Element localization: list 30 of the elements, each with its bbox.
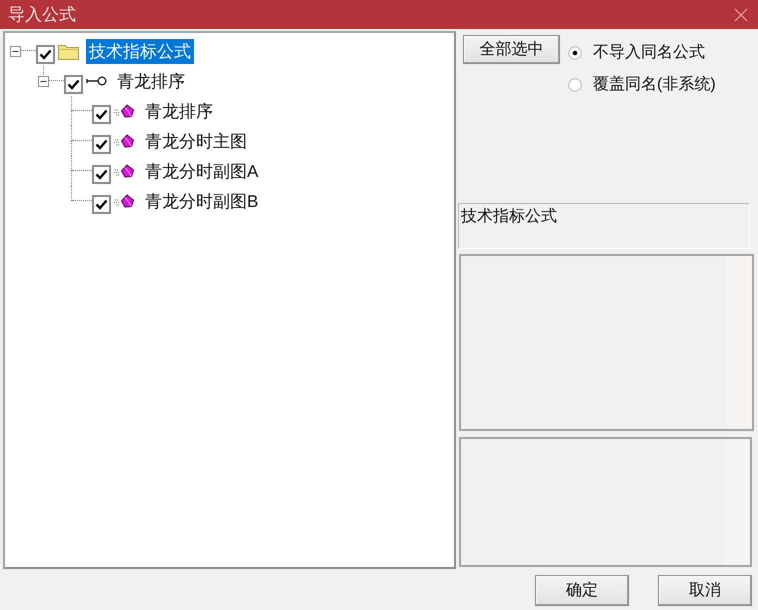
checkbox[interactable] — [36, 44, 55, 64]
minus-box-icon[interactable] — [10, 46, 21, 56]
checkbox[interactable] — [92, 134, 111, 154]
ok-button[interactable]: 确定 — [535, 575, 629, 606]
tree-item[interactable]: 青龙分时副图A — [142, 158, 262, 184]
tree-item[interactable]: 青龙排序 — [142, 98, 216, 124]
close-icon[interactable] — [734, 8, 748, 22]
tree-item[interactable]: 青龙排序 — [114, 68, 188, 94]
checkbox[interactable] — [64, 74, 83, 94]
tree-item[interactable]: 技术指标公式 — [86, 38, 194, 64]
cancel-button[interactable]: 取消 — [658, 575, 752, 606]
minus-box-icon[interactable] — [38, 76, 49, 86]
window-title: 导入公式 — [8, 4, 76, 26]
option-label[interactable]: 覆盖同名(非系统) — [593, 73, 716, 96]
checkbox[interactable] — [92, 164, 111, 184]
formula-name-field: 技术指标公式 — [458, 203, 750, 249]
tree-item[interactable]: 青龙分时副图B — [142, 188, 262, 214]
folder-icon — [58, 42, 79, 60]
checkbox[interactable] — [92, 104, 111, 124]
option-label[interactable]: 不导入同名公式 — [593, 41, 705, 64]
gem-icon — [114, 104, 135, 118]
gem-icon — [114, 194, 135, 208]
select-all-button[interactable]: 全部选中 — [463, 35, 560, 64]
radio-button[interactable] — [568, 46, 582, 60]
checkbox[interactable] — [92, 194, 111, 214]
gem-icon — [114, 134, 135, 148]
tree-item[interactable]: 青龙分时主图 — [142, 128, 250, 154]
key-icon — [86, 76, 107, 86]
gem-icon — [114, 164, 135, 178]
radio-button[interactable] — [568, 78, 582, 92]
